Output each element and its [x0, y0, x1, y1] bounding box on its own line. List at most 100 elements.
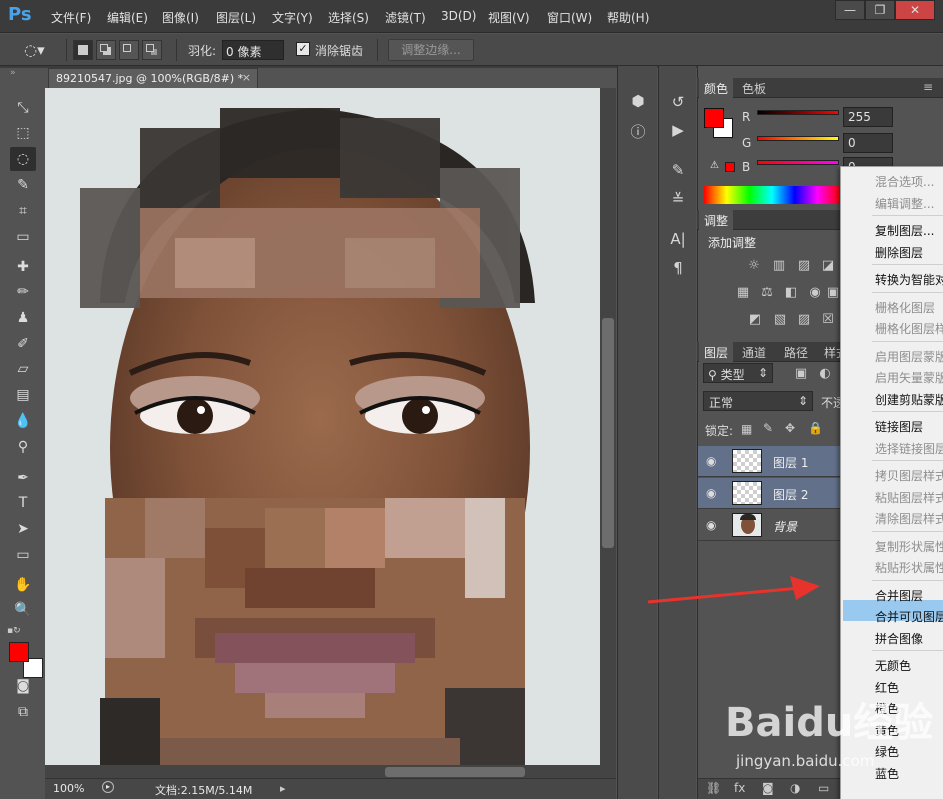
vibrance-icon[interactable]: ▦ — [734, 285, 752, 301]
context-menu-item[interactable]: 拼合图像 — [875, 630, 943, 647]
color-fg-swatch[interactable] — [704, 108, 724, 128]
brush-panel-icon[interactable]: ✎ — [663, 161, 693, 179]
collapse-toolbox-icon[interactable]: » — [10, 68, 16, 78]
gradient-map-icon[interactable]: ▨ — [795, 312, 813, 328]
history-brush-tool-icon[interactable]: ✐ — [10, 332, 36, 356]
exposure-icon[interactable]: ◪ — [819, 258, 837, 274]
layer-row[interactable]: ◉ 图层 1 — [698, 446, 842, 477]
layer-style-icon[interactable]: fx — [734, 781, 745, 795]
pen-tool-icon[interactable]: ✒ — [10, 466, 36, 490]
canvas-area[interactable] — [45, 88, 600, 778]
lock-position-icon[interactable]: ✥ — [785, 421, 795, 435]
context-menu-item[interactable]: 创建剪贴蒙版 — [875, 391, 943, 408]
menu-view[interactable]: 视图(V) — [488, 9, 530, 26]
curves-icon[interactable]: ▨ — [795, 258, 813, 274]
antialias-checkbox[interactable]: ✓ — [296, 42, 310, 56]
quick-mask-icon[interactable]: ◙ — [10, 674, 36, 698]
layer-name[interactable]: 图层 2 — [773, 486, 808, 503]
context-menu-item[interactable]: 转换为智能对象 — [875, 271, 943, 288]
gradient-tool-icon[interactable]: ▤ — [10, 383, 36, 407]
lock-transparent-icon[interactable]: ▦ — [741, 422, 752, 436]
move-tool-icon[interactable]: ⤡ — [10, 96, 36, 120]
eye-icon[interactable]: ◉ — [706, 518, 716, 532]
context-menu-item[interactable]: 合并可见图层 — [875, 608, 943, 625]
new-selection-button[interactable] — [73, 40, 93, 60]
type-tool-icon[interactable]: T — [10, 491, 36, 515]
tab-paths[interactable]: 路径 — [779, 342, 813, 362]
filter-adjust-icon[interactable]: ◐ — [816, 366, 834, 382]
minimize-button[interactable]: — — [835, 0, 865, 20]
menu-layer[interactable]: 图层(L) — [216, 9, 256, 26]
clone-stamp-tool-icon[interactable]: ♟ — [10, 306, 36, 330]
gamut-swatch[interactable] — [725, 162, 735, 172]
brush-presets-icon[interactable]: ≚ — [663, 190, 693, 208]
menu-filter[interactable]: 滤镜(T) — [385, 9, 426, 26]
posterize-icon[interactable]: ▧ — [771, 312, 789, 328]
invert-icon[interactable]: ◩ — [746, 312, 764, 328]
color-spectrum[interactable] — [704, 186, 840, 204]
context-menu-item[interactable]: 合并图层 — [875, 587, 943, 604]
character-panel-icon[interactable]: A| — [663, 230, 693, 248]
vertical-scroll-thumb[interactable] — [602, 318, 614, 548]
actions-panel-icon[interactable]: ▶ — [663, 121, 693, 139]
r-slider[interactable] — [757, 110, 839, 115]
add-to-selection-button[interactable] — [96, 40, 116, 60]
blend-mode-select[interactable]: 正常 ⇕ — [703, 391, 813, 411]
tab-swatches[interactable]: 色板 — [737, 78, 771, 98]
eye-icon[interactable]: ◉ — [706, 486, 716, 500]
context-menu-item[interactable]: 删除图层 — [875, 244, 943, 261]
paragraph-panel-icon[interactable]: ¶ — [663, 259, 693, 277]
dodge-tool-icon[interactable]: ⚲ — [10, 435, 36, 459]
eraser-tool-icon[interactable]: ▱ — [10, 357, 36, 381]
menu-type[interactable]: 文字(Y) — [272, 9, 313, 26]
new-group-icon[interactable]: ▭ — [818, 781, 829, 795]
close-window-button[interactable]: ✕ — [895, 0, 935, 20]
tab-layers[interactable]: 图层 — [699, 342, 734, 362]
zoom-level[interactable]: 100% — [53, 782, 84, 795]
brightness-icon[interactable]: ☼ — [745, 258, 763, 274]
layer-filter-select[interactable]: ⚲ 类型 ⇕ — [703, 363, 773, 383]
menu-image[interactable]: 图像(I) — [162, 9, 199, 26]
hue-sat-icon[interactable]: ⚖ — [758, 285, 776, 301]
menu-file[interactable]: 文件(F) — [51, 9, 91, 26]
context-menu-item[interactable]: 链接图层 — [875, 418, 943, 435]
zoom-tool-icon[interactable]: 🔍 — [10, 598, 36, 622]
marquee-tool-icon[interactable]: ⬚ — [10, 121, 36, 145]
info-panel-icon[interactable]: ⓘ — [623, 121, 653, 142]
shape-tool-icon[interactable]: ▭ — [10, 543, 36, 567]
menu-help[interactable]: 帮助(H) — [607, 9, 649, 26]
horizontal-scrollbar[interactable] — [45, 765, 616, 779]
bw-icon[interactable]: ◉ — [806, 285, 824, 301]
selective-color-icon[interactable]: ☒ — [819, 312, 837, 328]
color-balance-icon[interactable]: ◧ — [782, 285, 800, 301]
add-mask-icon[interactable]: ◙ — [762, 781, 774, 795]
menu-window[interactable]: 窗口(W) — [547, 9, 592, 26]
screen-mode-icon[interactable]: ⧉ — [10, 700, 36, 724]
eyedropper-tool-icon[interactable]: ▭ — [10, 225, 36, 249]
lasso-tool-icon[interactable]: ◌ — [10, 147, 36, 171]
layer-row[interactable]: ◉ 图层 2 — [698, 478, 842, 509]
lock-all-icon[interactable]: 🔒 — [808, 421, 823, 435]
link-layers-icon[interactable]: ⛓ — [706, 781, 721, 795]
g-value[interactable]: 0 — [843, 133, 893, 153]
document-tab[interactable]: 89210547.jpg @ 100%(RGB/8#) * × — [48, 68, 258, 88]
levels-icon[interactable]: ▥ — [770, 258, 788, 274]
menu-3d[interactable]: 3D(D) — [441, 9, 476, 23]
g-slider[interactable] — [757, 136, 839, 141]
quick-selection-tool-icon[interactable]: ✎ — [10, 173, 36, 197]
layer-name[interactable]: 背景 — [773, 518, 797, 535]
close-tab-icon[interactable]: × — [242, 71, 251, 84]
new-adjustment-icon[interactable]: ◑ — [790, 781, 800, 795]
warning-icon[interactable]: ⚠ — [710, 160, 719, 171]
menu-select[interactable]: 选择(S) — [328, 9, 369, 26]
brush-tool-icon[interactable]: ✏ — [10, 280, 36, 304]
panel-menu-icon[interactable]: ≡ — [923, 80, 933, 94]
context-menu-item[interactable]: 复制图层... — [875, 222, 943, 239]
layer-name[interactable]: 图层 1 — [773, 454, 808, 471]
context-menu-item[interactable]: 蓝色 — [875, 765, 943, 782]
feather-input[interactable]: 0 像素 — [222, 40, 284, 60]
intersect-selection-button[interactable] — [142, 40, 162, 60]
layer-row[interactable]: ◉ 背景 — [698, 510, 842, 541]
context-menu-item[interactable]: 无颜色 — [875, 657, 943, 674]
menu-edit[interactable]: 编辑(E) — [107, 9, 148, 26]
